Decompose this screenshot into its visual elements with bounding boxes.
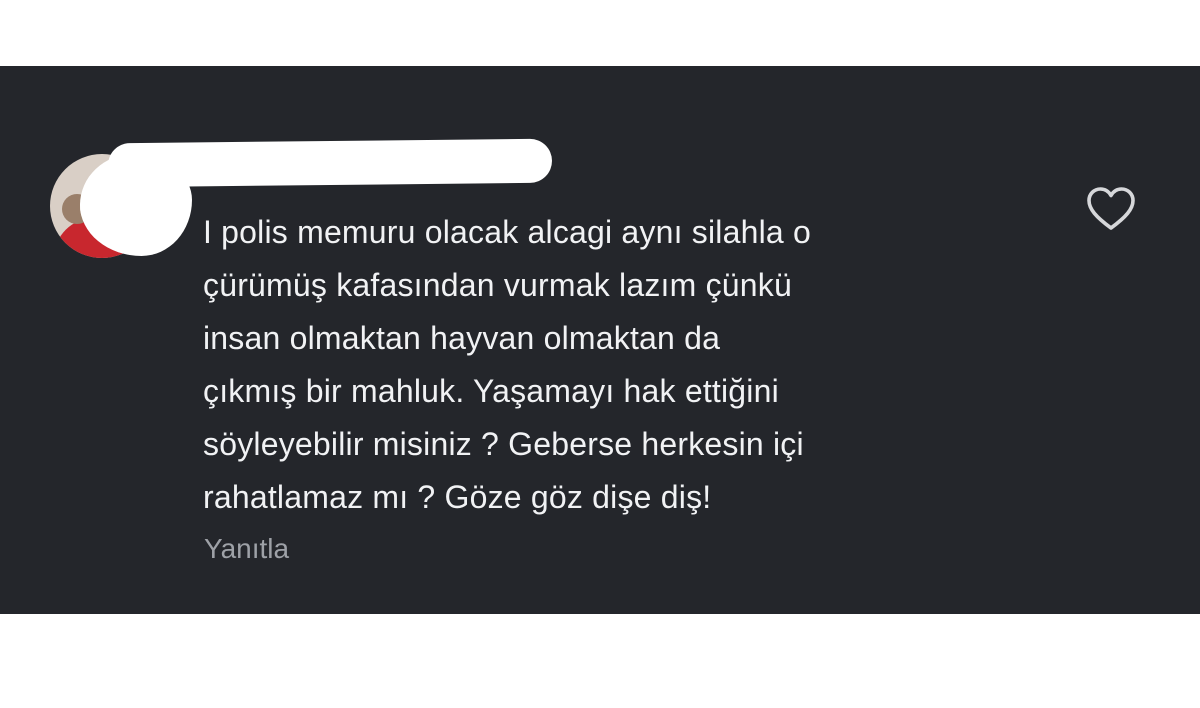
reply-button[interactable]: Yanıtla <box>204 529 289 569</box>
comment-card: I polis memuru olacak alcagi aynı silahl… <box>0 66 1200 614</box>
heart-outline-icon <box>1087 187 1135 230</box>
like-button[interactable] <box>1084 184 1138 234</box>
username-redaction <box>107 138 553 188</box>
comment-text: I polis memuru olacak alcagi aynı silahl… <box>203 214 812 515</box>
screenshot-stage: I polis memuru olacak alcagi aynı silahl… <box>0 0 1200 708</box>
